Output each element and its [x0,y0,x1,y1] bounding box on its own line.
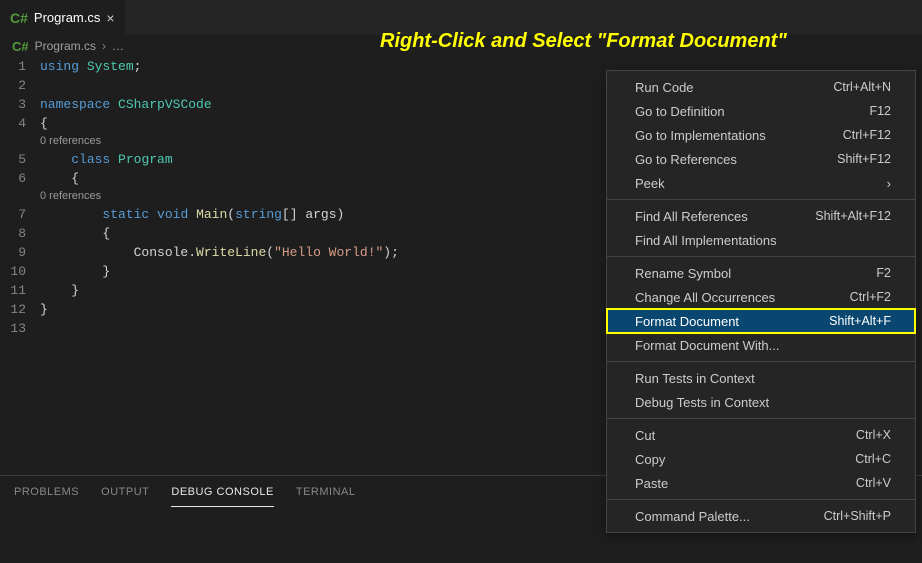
code-content[interactable]: using System; namespace CSharpVSCode { 0… [40,57,399,338]
menu-item-label: Rename Symbol [635,266,731,281]
menu-item-label: Find All References [635,209,748,224]
chevron-right-icon: › [887,176,891,191]
menu-item-go-to-definition[interactable]: Go to Definition F12 [607,99,915,123]
context-menu: Run CodeCtrl+Alt+NGo to DefinitionF12Go … [606,70,916,533]
menu-item-label: Peek [635,176,665,191]
menu-item-shortcut: Ctrl+Shift+P [824,509,891,523]
menu-item-shortcut: Ctrl+Alt+N [833,80,891,94]
menu-item-label: Paste [635,476,668,491]
menu-item-find-all-references[interactable]: Find All References Shift+Alt+F12 [607,204,915,228]
menu-item-shortcut: Ctrl+C [855,452,891,466]
menu-separator [607,361,915,362]
menu-item-shortcut: Shift+Alt+F12 [815,209,891,223]
codelens[interactable]: 0 references [40,188,399,205]
tab-output[interactable]: OUTPUT [101,478,149,506]
menu-item-label: Go to Implementations [635,128,766,143]
menu-item-go-to-references[interactable]: Go to References Shift+F12 [607,147,915,171]
menu-item-change-all-occurrences[interactable]: Change All Occurrences Ctrl+F2 [607,285,915,309]
menu-item-go-to-implementations[interactable]: Go to Implementations Ctrl+F12 [607,123,915,147]
chevron-right-icon: › [102,39,106,53]
menu-item-find-all-implementations[interactable]: Find All Implementations [607,228,915,252]
menu-item-label: Find All Implementations [635,233,777,248]
menu-item-label: Run Tests in Context [635,371,755,386]
menu-separator [607,418,915,419]
menu-item-command-palette[interactable]: Command Palette... Ctrl+Shift+P [607,504,915,528]
menu-item-debug-tests-in-context[interactable]: Debug Tests in Context [607,390,915,414]
menu-item-peek[interactable]: Peek › [607,171,915,195]
menu-item-label: Debug Tests in Context [635,395,769,410]
menu-item-shortcut: Ctrl+X [856,428,891,442]
breadcrumb-file: Program.cs [35,39,96,53]
menu-item-shortcut: F12 [869,104,891,118]
menu-item-label: Format Document [635,314,739,329]
csharp-file-icon: C# [10,10,28,26]
tab-filename: Program.cs [34,10,100,25]
menu-separator [607,499,915,500]
menu-item-format-document-with[interactable]: Format Document With... [607,333,915,357]
breadcrumb-ellipsis: … [112,39,124,53]
menu-item-label: Cut [635,428,655,443]
menu-item-shortcut: Ctrl+F12 [843,128,891,142]
csharp-file-icon: C# [12,39,29,54]
menu-item-run-tests-in-context[interactable]: Run Tests in Context [607,366,915,390]
tab-problems[interactable]: PROBLEMS [14,478,79,506]
menu-item-shortcut: Ctrl+V [856,476,891,490]
menu-item-label: Go to References [635,152,737,167]
editor-tab[interactable]: C# Program.cs × [0,0,126,35]
menu-item-paste[interactable]: Paste Ctrl+V [607,471,915,495]
menu-item-label: Change All Occurrences [635,290,775,305]
tab-debug-console[interactable]: DEBUG CONSOLE [171,478,273,507]
tutorial-annotation: Right-Click and Select "Format Document" [380,30,787,53]
menu-item-shortcut: Ctrl+F2 [850,290,891,304]
menu-item-label: Format Document With... [635,338,779,353]
menu-item-label: Go to Definition [635,104,725,119]
menu-separator [607,256,915,257]
menu-item-label: Run Code [635,80,694,95]
menu-item-cut[interactable]: Cut Ctrl+X [607,423,915,447]
menu-item-rename-symbol[interactable]: Rename Symbol F2 [607,261,915,285]
menu-item-format-document[interactable]: Format Document Shift+Alt+F [607,309,915,333]
menu-item-shortcut: Shift+F12 [837,152,891,166]
codelens[interactable]: 0 references [40,133,399,150]
close-icon[interactable]: × [106,10,114,26]
menu-item-run-code[interactable]: Run Code Ctrl+Alt+N [607,75,915,99]
menu-separator [607,199,915,200]
menu-item-label: Copy [635,452,665,467]
menu-item-shortcut: Shift+Alt+F [829,314,891,328]
line-gutter: 1 2 3 4 5 6 7 8 9 10 11 12 13 [0,57,40,338]
menu-item-shortcut: F2 [876,266,891,280]
tab-terminal[interactable]: TERMINAL [296,478,356,506]
menu-item-copy[interactable]: Copy Ctrl+C [607,447,915,471]
menu-item-label: Command Palette... [635,509,750,524]
